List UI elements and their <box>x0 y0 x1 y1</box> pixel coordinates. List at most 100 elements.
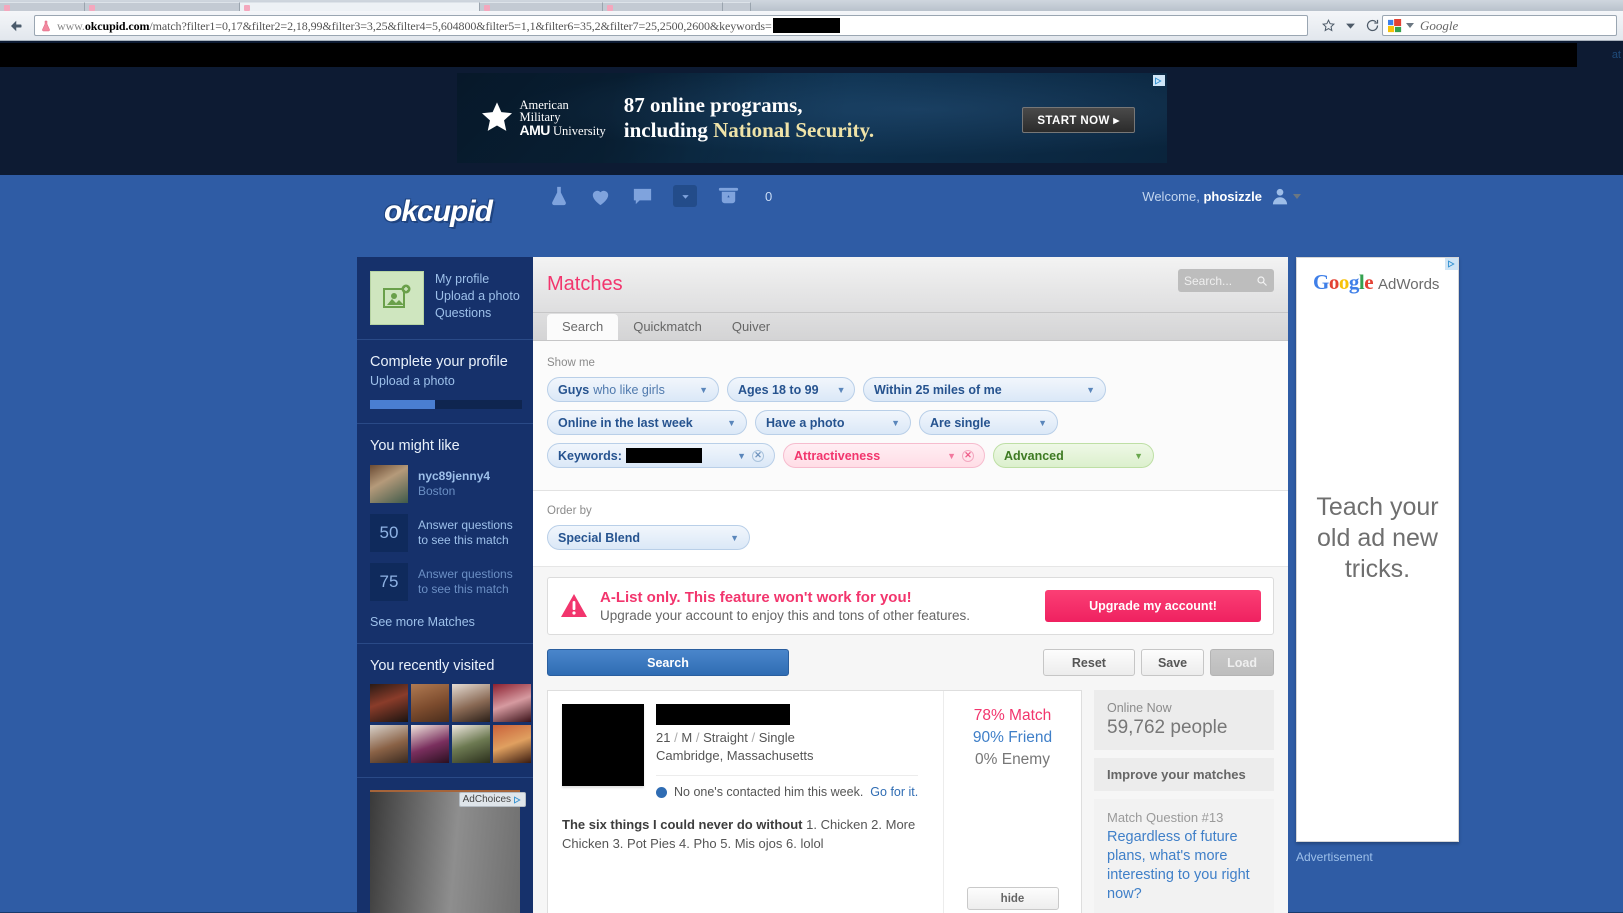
browser-tab-active[interactable] <box>240 2 480 11</box>
sidebar-item-questions[interactable]: Questions <box>435 305 520 322</box>
tab-quiver[interactable]: Quiver <box>717 314 785 340</box>
match-question-card[interactable]: Match Question #13 Regardless of future … <box>1094 799 1274 913</box>
add-photo-icon[interactable] <box>370 271 424 325</box>
filter-pill-attractiveness[interactable]: Attractiveness ▼ ✕ <box>783 443 985 468</box>
chevron-down-icon[interactable]: ▼ <box>873 418 900 428</box>
page-title: Matches <box>547 273 623 295</box>
chat-bubble-icon[interactable] <box>631 185 654 208</box>
flask-icon[interactable] <box>548 185 570 207</box>
chevron-down-icon[interactable]: ▼ <box>1068 385 1095 395</box>
match-question-text[interactable]: Regardless of future plans, what's more … <box>1107 828 1261 904</box>
star-icon[interactable] <box>1318 16 1338 36</box>
chevron-down-icon[interactable]: ▼ <box>929 451 956 461</box>
browser-tab[interactable] <box>0 2 85 11</box>
recently-visited-heading: You recently visited <box>370 658 495 674</box>
locked-match-line1[interactable]: Answer questions <box>418 518 513 533</box>
amu-headline-line2-accent: National Security. <box>713 118 875 142</box>
order-by-select[interactable]: Special Blend ▼ <box>547 525 750 550</box>
remove-filter-icon[interactable]: ✕ <box>752 449 764 462</box>
search-input[interactable] <box>1184 273 1250 288</box>
search-icon[interactable] <box>1256 275 1268 287</box>
avatar[interactable] <box>493 684 531 722</box>
complete-profile-action[interactable]: Upload a photo <box>370 373 520 390</box>
chevron-down-icon[interactable] <box>1340 16 1360 36</box>
list-item[interactable]: nyc89jenny4 Boston <box>370 465 520 503</box>
match-photo[interactable] <box>562 704 644 786</box>
avatar[interactable] <box>452 725 490 763</box>
adchoices-icon[interactable]: AdChoices <box>458 792 526 807</box>
search-button[interactable]: Search <box>547 649 789 676</box>
avatar[interactable] <box>493 725 531 763</box>
chevron-down-icon[interactable] <box>1293 193 1301 199</box>
search-engine-chevron-icon[interactable] <box>1406 23 1414 28</box>
chevron-down-icon[interactable]: ▼ <box>681 385 708 395</box>
match-identity: 21 / M / Straight / Single Cambridge, Ma… <box>656 704 919 799</box>
okcupid-logo[interactable]: okcupid <box>384 195 493 229</box>
locked-match-line2[interactable]: to see this match <box>418 533 513 548</box>
locked-match-line2[interactable]: to see this match <box>418 582 513 597</box>
chevron-down-icon[interactable]: ▼ <box>1116 451 1143 461</box>
go-for-it-link[interactable]: Go for it. <box>870 785 918 799</box>
filter-pill-keywords[interactable]: Keywords: ▼ ✕ <box>547 443 775 468</box>
match-percentages-panel: 78% Match 90% Friend 0% Enemy hide <box>943 691 1081 913</box>
list-item[interactable]: 75 Answer questions to see this match <box>370 563 520 601</box>
reset-button[interactable]: Reset <box>1042 649 1135 676</box>
header-search-box[interactable] <box>1178 269 1274 292</box>
amu-banner-ad[interactable]: American Military AMU University 87 onli… <box>456 73 1167 163</box>
user-avatar-icon[interactable] <box>1270 186 1301 206</box>
locked-match-number: 75 <box>370 563 408 601</box>
browser-tab[interactable] <box>480 2 603 11</box>
hide-button[interactable]: hide <box>966 887 1059 910</box>
filter-pill-photo[interactable]: Have a photo ▼ <box>755 410 911 435</box>
browser-tab-strip[interactable] <box>0 0 1623 11</box>
save-button[interactable]: Save <box>1140 649 1205 676</box>
mailbox-icon[interactable] <box>716 185 741 208</box>
match-contact-note: No one's contacted him this week. <box>674 785 864 799</box>
chevron-down-icon[interactable]: ▼ <box>709 418 736 428</box>
upgrade-account-button[interactable]: Upgrade my account! <box>1045 590 1261 622</box>
filter-pill-advanced[interactable]: Advanced ▼ <box>993 443 1154 468</box>
browser-tab[interactable] <box>723 2 751 11</box>
browser-tab[interactable] <box>85 2 240 11</box>
might-like-name[interactable]: nyc89jenny4 <box>418 469 490 484</box>
amu-start-now-button[interactable]: START NOW ▸ <box>1022 107 1135 133</box>
chevron-down-icon[interactable] <box>673 185 697 207</box>
filter-pill-age[interactable]: Ages 18 to 99 ▼ <box>727 377 855 402</box>
chevron-down-icon[interactable]: ▼ <box>712 533 739 543</box>
browser-search-bar[interactable]: Google <box>1382 15 1617 36</box>
filter-pill-online[interactable]: Online in the last week ▼ <box>547 410 747 435</box>
adchoices-icon[interactable] <box>1445 258 1458 270</box>
heart-icon[interactable] <box>589 185 612 208</box>
chevron-down-icon[interactable]: ▼ <box>819 385 846 395</box>
back-arrow-icon[interactable] <box>4 13 30 39</box>
avatar[interactable] <box>411 684 449 722</box>
browser-tab[interactable] <box>603 2 723 11</box>
tab-favicon <box>244 5 250 11</box>
avatar[interactable] <box>411 725 449 763</box>
filter-pill-gender[interactable]: Guys who like girls ▼ <box>547 377 719 402</box>
locked-match-line1[interactable]: Answer questions <box>418 567 513 582</box>
google-adwords-advertisement[interactable]: Google AdWords Teach your old ad new tri… <box>1296 257 1459 842</box>
see-more-matches-link[interactable]: See more Matches <box>370 615 520 629</box>
reload-icon[interactable] <box>1362 16 1382 36</box>
match-result-card[interactable]: 21 / M / Straight / Single Cambridge, Ma… <box>547 690 1082 913</box>
tab-search[interactable]: Search <box>547 314 619 340</box>
avatar[interactable] <box>370 684 408 722</box>
remove-filter-icon[interactable]: ✕ <box>962 449 974 462</box>
filter-pill-status[interactable]: Are single ▼ <box>919 410 1058 435</box>
chevron-down-icon[interactable]: ▼ <box>1020 418 1047 428</box>
amu-logo: American Military AMU University <box>479 99 606 138</box>
chevron-down-icon[interactable]: ▼ <box>727 451 746 461</box>
avatar[interactable] <box>452 684 490 722</box>
list-item[interactable]: 50 Answer questions to see this match <box>370 514 520 552</box>
sidebar-item-my-profile[interactable]: My profile <box>435 271 520 288</box>
avatar[interactable] <box>370 465 408 503</box>
filter-pill-distance[interactable]: Within 25 miles of me ▼ <box>863 377 1106 402</box>
sidebar-advertisement[interactable]: AdChoices <box>370 790 526 913</box>
google-logo-icon[interactable] <box>1388 18 1402 33</box>
adchoices-icon[interactable] <box>1152 75 1165 86</box>
avatar[interactable] <box>370 725 408 763</box>
sidebar-item-upload-photo[interactable]: Upload a photo <box>435 288 520 305</box>
tab-quickmatch[interactable]: Quickmatch <box>618 314 717 340</box>
address-bar[interactable]: www.okcupid.com/match?filter1=0,17&filte… <box>34 15 1308 36</box>
